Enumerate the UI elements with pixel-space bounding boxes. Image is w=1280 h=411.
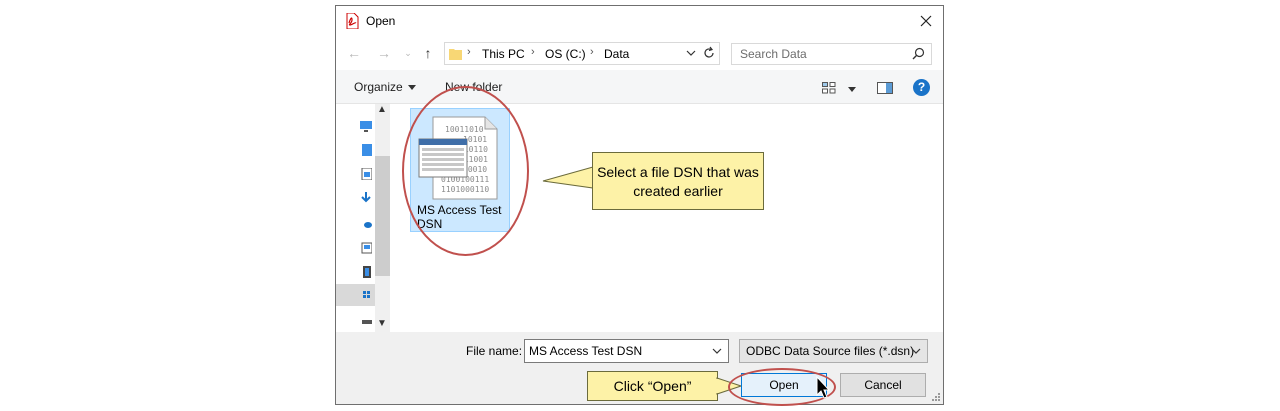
- chevron-down-icon: ⌄: [404, 47, 412, 58]
- file-list: 10011010 10101 110110 011001 00010 01001…: [392, 86, 943, 332]
- recent-locations-button[interactable]: ⌄: [400, 45, 416, 61]
- file-type-select[interactable]: ODBC Data Source files (*.dsn): [739, 339, 928, 363]
- chevron-down-icon: [911, 348, 921, 354]
- forward-arrow-icon: →: [377, 45, 391, 61]
- breadcrumb-data[interactable]: Data: [604, 47, 629, 61]
- windows-icon[interactable]: [360, 289, 372, 301]
- breadcrumb-os-c[interactable]: OS (C:): [545, 47, 586, 61]
- back-arrow-icon: ←: [347, 45, 361, 61]
- open-dialog: Open ← → ⌄ ↑ › This PC › OS (C:) › Data …: [335, 5, 944, 406]
- caret-down-icon: [407, 85, 416, 91]
- folder-icon: [449, 49, 462, 60]
- pdf-app-icon: [346, 13, 359, 29]
- window-title: Open: [366, 14, 396, 28]
- scroll-up-icon[interactable]: ▲: [377, 104, 387, 115]
- command-toolbar: Organize New folder ?: [336, 70, 943, 104]
- change-view-icon[interactable]: [822, 82, 836, 94]
- videos-icon[interactable]: [360, 266, 372, 278]
- search-placeholder: Search Data: [740, 47, 807, 61]
- search-input[interactable]: Search Data: [731, 43, 932, 65]
- up-button[interactable]: ↑: [420, 45, 436, 61]
- mouse-pointer-icon: [816, 376, 830, 399]
- callout-pointer: [542, 166, 594, 189]
- forward-button[interactable]: →: [376, 45, 392, 61]
- cancel-button[interactable]: Cancel: [840, 373, 926, 397]
- file-name-field-label: File name:: [466, 344, 523, 358]
- file-name-field[interactable]: MS Access Test DSN: [524, 339, 729, 363]
- this-pc-icon[interactable]: [360, 242, 372, 254]
- title-bar: Open: [336, 6, 943, 36]
- breadcrumb-separator-icon: ›: [590, 46, 594, 58]
- organize-label: Organize: [354, 80, 403, 94]
- refresh-icon[interactable]: [702, 46, 716, 60]
- file-type-value: ODBC Data Source files (*.dsn): [746, 344, 915, 358]
- chevron-down-icon[interactable]: [711, 344, 723, 358]
- resize-grip-icon[interactable]: [931, 392, 941, 402]
- select-file-callout: Select a file DSN that was created earli…: [592, 152, 764, 210]
- organize-button[interactable]: Organize: [354, 80, 416, 94]
- downloads-icon[interactable]: [360, 192, 372, 204]
- file-name-value: MS Access Test DSN: [529, 344, 643, 358]
- view-options-caret-icon[interactable]: [848, 87, 856, 92]
- address-bar[interactable]: › This PC › OS (C:) › Data: [444, 42, 720, 65]
- navigation-pane: ▲ ▼: [336, 104, 392, 332]
- breadcrumb-separator-icon: ›: [467, 46, 471, 58]
- dialog-footer: File name: MS Access Test DSN ODBC Data …: [336, 332, 943, 406]
- up-arrow-icon: ↑: [424, 45, 432, 61]
- onedrive-icon[interactable]: [360, 218, 372, 230]
- preview-pane-icon[interactable]: [877, 82, 893, 94]
- highlight-circle: [402, 86, 529, 256]
- documents-icon[interactable]: [360, 144, 372, 156]
- chevron-down-icon[interactable]: [685, 46, 697, 60]
- close-button[interactable]: [909, 6, 943, 36]
- drive-icon[interactable]: [360, 316, 372, 328]
- scroll-down-icon[interactable]: ▼: [377, 318, 387, 329]
- click-open-callout: Click “Open”: [587, 371, 718, 401]
- nav-scrollbar[interactable]: ▲ ▼: [375, 104, 390, 332]
- navigation-bar: ← → ⌄ ↑ › This PC › OS (C:) › Data Searc…: [336, 36, 943, 69]
- breadcrumb-separator-icon: ›: [531, 46, 535, 58]
- back-button[interactable]: ←: [346, 45, 362, 61]
- help-icon[interactable]: ?: [913, 79, 930, 96]
- close-icon: [920, 15, 932, 27]
- desktop-icon[interactable]: [360, 120, 372, 132]
- breadcrumb-this-pc[interactable]: This PC: [482, 47, 525, 61]
- search-icon: [912, 47, 925, 60]
- pictures-icon[interactable]: [360, 168, 372, 180]
- scroll-thumb[interactable]: [375, 156, 390, 276]
